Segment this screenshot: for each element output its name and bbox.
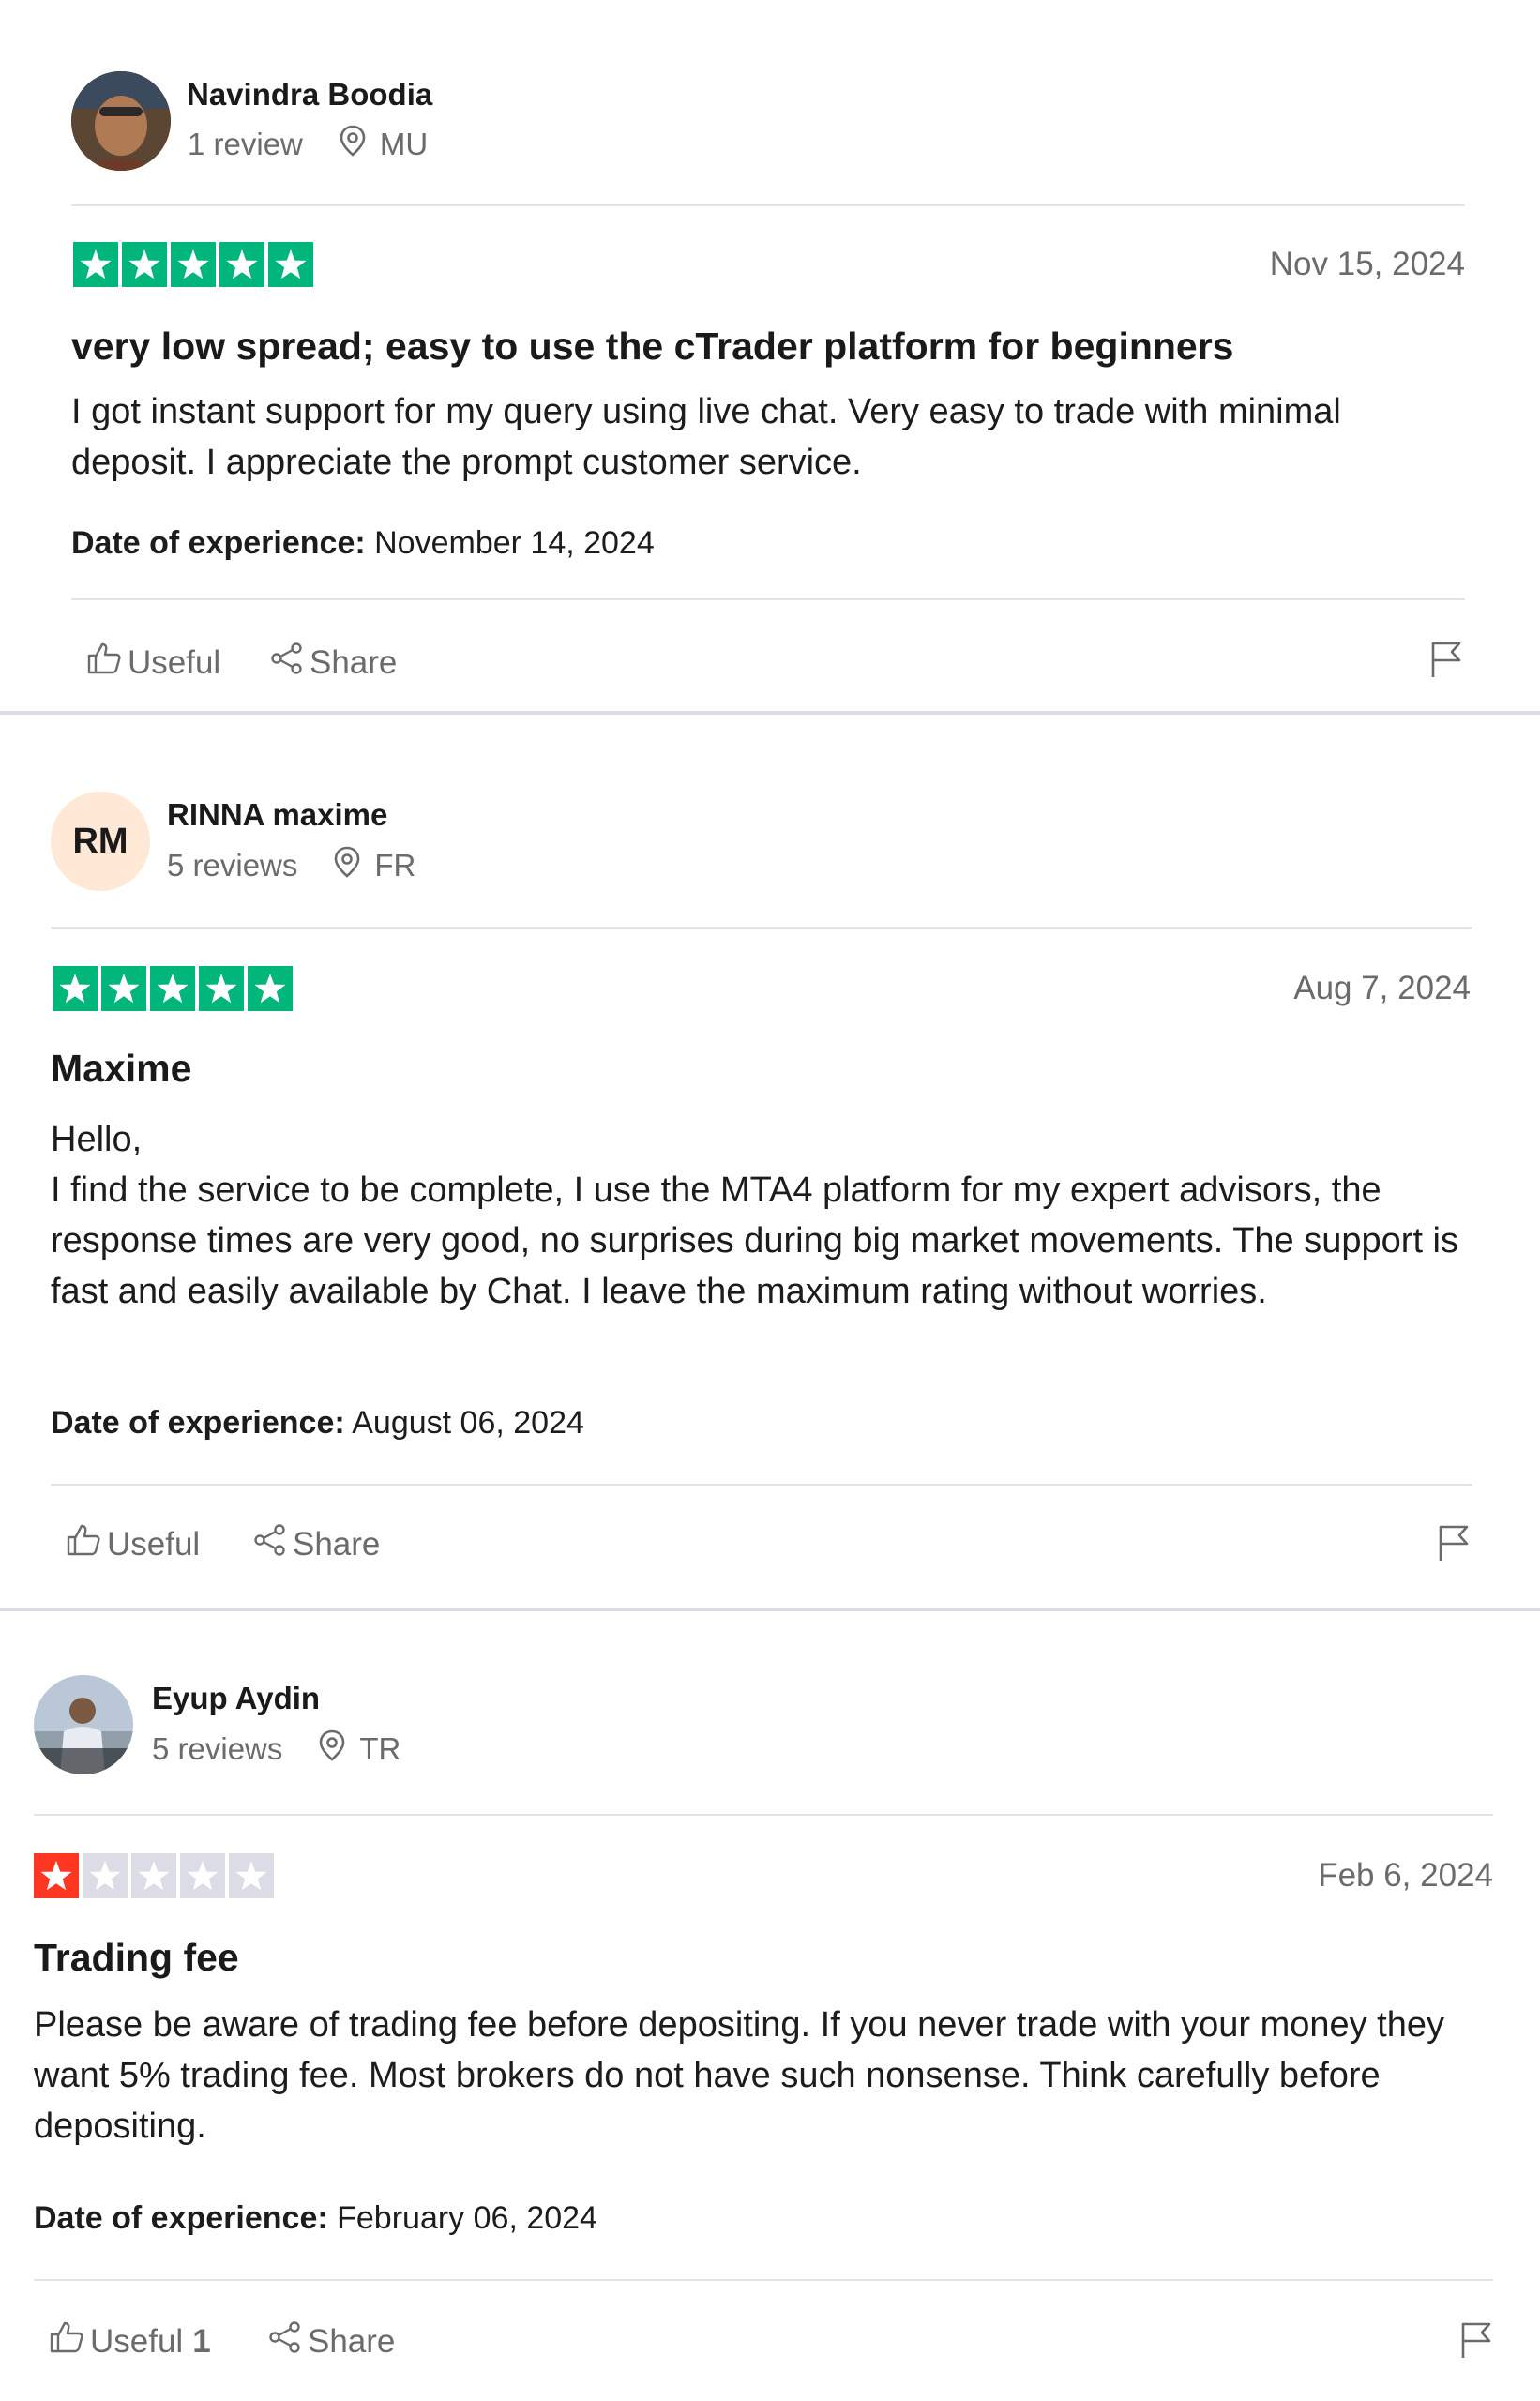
useful-button[interactable]: Useful [86,642,230,684]
star-icon [131,1853,176,1898]
review-body: Please be aware of trading fee before de… [34,2000,1478,2152]
divider [51,927,1472,929]
flag-icon[interactable] [1429,640,1463,684]
review-body: I got instant support for my query using… [71,386,1403,488]
useful-label: Useful [90,2322,184,2360]
date-of-experience: Date of experience: November 14, 2024 [71,525,655,562]
star-icon [83,1853,128,1898]
reviewer-name[interactable]: Eyup Aydin [152,1681,320,1716]
useful-label: Useful [107,1525,201,1563]
location-pin-icon [318,1729,359,1769]
location-pin-icon [333,846,374,885]
share-button[interactable]: Share [270,642,397,684]
review-date: Nov 15, 2024 [1269,246,1465,282]
divider [34,2279,1493,2281]
divider [71,204,1465,206]
experience-date: February 06, 2024 [337,2200,597,2236]
star-icon [73,242,118,287]
useful-label: Useful [128,643,221,681]
review-body-paragraph: Please be aware of trading fee before de… [34,2005,1445,2146]
location-pin-icon [339,125,380,164]
star-icon [229,1853,274,1898]
share-label: Share [308,2322,396,2360]
useful-button[interactable]: Useful [66,1523,209,1565]
review-card: RM RINNA maxime 5 reviews FR Aug 7, 2024… [0,715,1540,1608]
avatar[interactable] [34,1675,133,1774]
star-rating [73,242,313,287]
star-icon [180,1853,225,1898]
experience-label: Date of experience: [71,525,366,561]
review-card: Navindra Boodia 1 review MU Nov 15, 2024… [0,0,1540,713]
review-date: Feb 6, 2024 [1318,1857,1493,1894]
experience-label: Date of experience: [34,2200,328,2236]
review-body: Hello, I find the service to be complete… [51,1114,1467,1317]
review-count[interactable]: 5 reviews [152,1731,282,1767]
star-icon [248,966,293,1011]
star-rating [34,1853,274,1898]
review-count[interactable]: 5 reviews [167,848,297,883]
review-title[interactable]: Maxime [51,1047,191,1091]
reviewer-country: TR [359,1731,401,1766]
review-title[interactable]: very low spread; easy to use the cTrader… [71,325,1234,369]
star-icon [101,966,146,1011]
reviewer-meta: 5 reviews FR [167,846,415,885]
review-count[interactable]: 1 review [188,127,303,162]
avatar-initials: RM [72,821,128,861]
review-date: Aug 7, 2024 [1293,970,1471,1006]
star-icon [53,966,98,1011]
star-icon [171,242,216,287]
review-body-paragraph: I find the service to be complete, I use… [51,1170,1458,1311]
date-of-experience: Date of experience: August 06, 2024 [51,1405,584,1442]
reviewer-country: MU [379,127,429,161]
share-label: Share [293,1525,381,1563]
share-button[interactable]: Share [268,2320,395,2363]
avatar[interactable]: RM [51,792,150,891]
experience-date: November 14, 2024 [374,525,655,561]
star-icon [122,242,167,287]
reviewer-meta: 1 review MU [188,125,428,164]
reviewer-meta: 5 reviews TR [152,1729,400,1769]
review-card: Eyup Aydin 5 reviews TR Feb 6, 2024 Trad… [0,1611,1540,2401]
star-icon [150,966,195,1011]
useful-count: 1 [192,2322,211,2360]
share-button[interactable]: Share [253,1523,380,1565]
star-icon [199,966,244,1011]
divider [71,598,1465,600]
divider [51,1484,1472,1486]
share-icon [268,2320,308,2363]
review-body-paragraph: Hello, [51,1120,143,1159]
share-label: Share [310,643,398,681]
thumbs-up-icon [49,2320,90,2363]
useful-button[interactable]: Useful 1 [49,2320,211,2363]
share-icon [270,642,310,684]
flag-icon[interactable] [1437,1523,1471,1567]
date-of-experience: Date of experience: February 06, 2024 [34,2200,597,2237]
experience-label: Date of experience: [51,1405,345,1441]
star-rating [53,966,293,1011]
divider [34,1814,1493,1816]
thumbs-up-icon [86,642,128,684]
experience-date: August 06, 2024 [352,1405,584,1441]
reviewer-name[interactable]: Navindra Boodia [187,77,432,113]
star-icon [268,242,313,287]
share-icon [253,1523,293,1565]
star-icon [34,1853,79,1898]
star-icon [219,242,264,287]
thumbs-up-icon [66,1523,107,1565]
reviewer-country: FR [374,848,416,883]
avatar[interactable] [71,71,171,171]
review-body-paragraph: I got instant support for my query using… [71,392,1341,482]
review-title[interactable]: Trading fee [34,1936,239,1980]
flag-icon[interactable] [1459,2320,1493,2364]
reviewer-name[interactable]: RINNA maxime [167,797,387,833]
